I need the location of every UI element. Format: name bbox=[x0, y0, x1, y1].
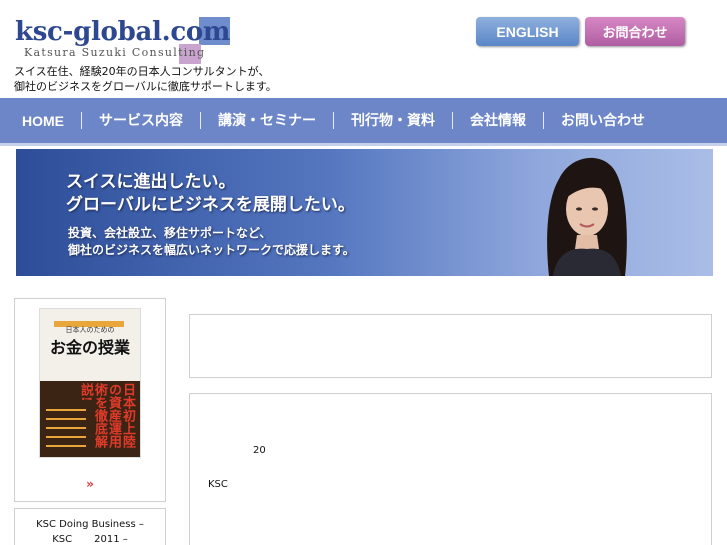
banner-headline-line-1: スイスに進出したい。 bbox=[66, 172, 236, 192]
content-panel-top bbox=[189, 314, 712, 378]
site-tagline: スイス在住、経験20年の日本人コンサルタントが、 御社のビジネスをグローバルに徹… bbox=[14, 64, 277, 94]
site-logo[interactable]: ksc-global.com bbox=[15, 16, 230, 48]
nav-item-publications[interactable]: 刊行物・資料 bbox=[334, 112, 452, 130]
banner-headline: スイスに進出したい。 グローバルにビジネスを展開したい。 bbox=[66, 171, 355, 217]
news-line-1: KSC Doing Business – bbox=[36, 519, 144, 530]
content-ksc-text: KSC bbox=[208, 479, 228, 490]
news-line-2: KSC 2011 – bbox=[15, 532, 165, 545]
logo-subtitle: Katsura Suzuki Consulting bbox=[24, 46, 206, 59]
main-nav: HOME サービス内容 講演・セミナー 刊行物・資料 会社情報 お問い合わせ bbox=[0, 98, 727, 146]
nav-item-seminars[interactable]: 講演・セミナー bbox=[201, 112, 333, 130]
book-spine-text: 日本初上陸の資産運用術を徹底解説! bbox=[78, 383, 135, 448]
nav-item-contact[interactable]: お問い合わせ bbox=[544, 112, 662, 130]
nav-item-services[interactable]: サービス内容 bbox=[82, 112, 200, 130]
consultant-portrait bbox=[547, 157, 627, 276]
content-panel-main bbox=[189, 393, 712, 545]
contact-button[interactable]: お問合わせ bbox=[585, 17, 685, 46]
book-cover-lower: 日本初上陸の資産運用術を徹底解説! bbox=[40, 381, 140, 457]
book-title: お金の授業 bbox=[49, 338, 130, 357]
tagline-line-2: 御社のビジネスをグローバルに徹底サポートします。 bbox=[14, 80, 277, 93]
nav-item-home[interactable]: HOME bbox=[0, 112, 81, 130]
banner-body: 投資、会社設立、移住サポートなど、 御社のビジネスを幅広いネットワークで応援しま… bbox=[68, 225, 355, 259]
banner-headline-line-2: グローバルにビジネスを展開したい。 bbox=[66, 195, 355, 215]
news-line-2-b: 2011 – bbox=[94, 534, 128, 545]
banner-body-line-1: 投資、会社設立、移住サポートなど、 bbox=[68, 226, 272, 240]
content-number: 20 bbox=[253, 445, 266, 456]
tagline-line-1: スイス在住、経験20年の日本人コンサルタントが、 bbox=[14, 65, 270, 78]
nav-item-company[interactable]: 会社情報 bbox=[453, 112, 543, 130]
english-button[interactable]: ENGLISH bbox=[476, 17, 579, 46]
more-arrow-icon[interactable]: » bbox=[15, 477, 165, 491]
banner-body-line-2: 御社のビジネスを幅広いネットワークで応援します。 bbox=[68, 243, 355, 257]
news-line-2-a: KSC bbox=[52, 534, 73, 545]
news-box[interactable]: KSC Doing Business – KSC 2011 – bbox=[14, 508, 166, 545]
book-cover-image[interactable]: 日本人のための お金の授業 日本初上陸の資産運用術を徹底解説! bbox=[39, 308, 141, 458]
book-promo-box[interactable]: 日本人のための お金の授業 日本初上陸の資産運用術を徹底解説! » bbox=[14, 298, 166, 502]
hero-banner: スイスに進出したい。 グローバルにビジネスを展開したい。 投資、会社設立、移住サ… bbox=[16, 149, 713, 276]
